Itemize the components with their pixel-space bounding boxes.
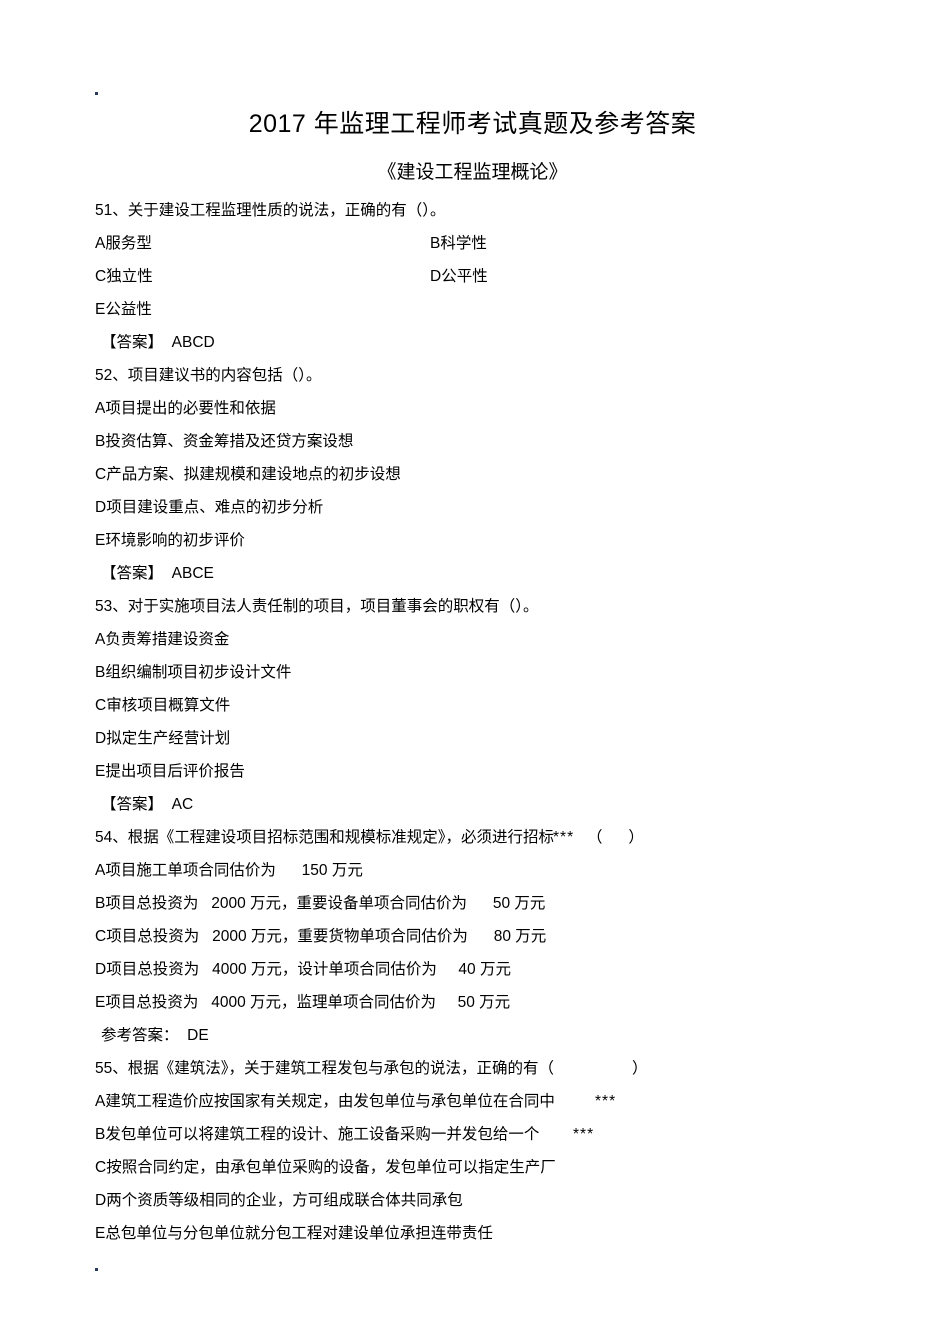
question-list: 51、关于建设工程监理性质的说法，正确的有（）。 A服务型 B科学性 C独立性 … (95, 203, 895, 1259)
question-block-55: 55、根据《建筑法》，关于建筑工程发包与承包的说法，正确的有（ ） A建筑工程造价… (95, 1061, 895, 1259)
answer-value: DE (187, 1027, 209, 1044)
option-text: A建筑工程造价应按国家有关规定，由发包单位与承包单位在合同中 (95, 1093, 555, 1110)
question-block-52: 52、项目建议书的内容包括（）。 A项目提出的必要性和依据 B投资估算、资金筹措… (95, 368, 895, 599)
answer-label: 参考答案： (101, 1027, 179, 1044)
option-item: A建筑工程造价应按国家有关规定，由发包单位与承包单位在合同中 *** (95, 1094, 895, 1127)
option-item: A负责筹措建设资金 (95, 631, 230, 648)
option-item: A项目提出的必要性和依据 (95, 400, 276, 417)
answer-value: ABCE (171, 565, 214, 582)
question-stem: 54、根据《工程建设项目招标范围和规模标准规定》，必须进行招标 *** （ ） (95, 830, 895, 863)
answer-blank-parens: ） (632, 1060, 648, 1077)
question-block-51: 51、关于建设工程监理性质的说法，正确的有（）。 A服务型 B科学性 C独立性 … (95, 203, 895, 368)
option-item: D两个资质等级相同的企业，方可组成联合体共同承包 (95, 1192, 463, 1209)
option-item: B项目总投资为 2000 万元，重要设备单项合同估价为 50 万元 (95, 895, 546, 912)
question-stem: 55、根据《建筑法》，关于建筑工程发包与承包的说法，正确的有（ ） (95, 1061, 895, 1094)
option-item: D公平性 (430, 268, 488, 285)
question-stem-text: 54、根据《工程建设项目招标范围和规模标准规定》，必须进行招标 (95, 829, 554, 846)
redaction-asterisks: *** (573, 1126, 595, 1143)
option-item: E环境影响的初步评价 (95, 532, 245, 549)
question-stem-text: 55、根据《建筑法》，关于建筑工程发包与承包的说法，正确的有（ (95, 1060, 554, 1077)
option-item: C按照合同约定，由承包单位采购的设备，发包单位可以指定生产厂 (95, 1159, 556, 1176)
question-block-54: 54、根据《工程建设项目招标范围和规模标准规定》，必须进行招标 *** （ ） A项… (95, 830, 895, 1061)
option-item: A项目施工单项合同估价为 150 万元 (95, 862, 363, 879)
redaction-asterisks: *** (595, 1093, 617, 1110)
answer-line: 【答案】 ABCE (95, 566, 895, 599)
option-item: E总包单位与分包单位就分包工程对建设单位承担连带责任 (95, 1225, 493, 1242)
answer-label: 【答案】 (101, 334, 164, 351)
answer-value: AC (171, 796, 194, 813)
answer-line: 【答案】 AC (95, 797, 895, 830)
option-row: C独立性 D公平性 (95, 269, 895, 302)
option-item: E公益性 (95, 301, 152, 318)
option-item: C审核项目概算文件 (95, 697, 231, 714)
option-item: E提出项目后评价报告 (95, 763, 245, 780)
answer-label: 【答案】 (101, 796, 164, 813)
option-item: D拟定生产经营计划 (95, 730, 231, 747)
answer-line: 【答案】 ABCD (95, 335, 895, 368)
option-item: C项目总投资为 2000 万元，重要货物单项合同估价为 80 万元 (95, 928, 547, 945)
question-stem: 53、对于实施项目法人责任制的项目，项目董事会的职权有（）。 (95, 598, 539, 615)
option-item: D项目总投资为 4000 万元，设计单项合同估价为 40 万元 (95, 961, 511, 978)
option-item: C独立性 (95, 268, 153, 285)
page-title: 2017 年监理工程师考试真题及参考答案 (248, 110, 697, 138)
answer-value: ABCD (171, 334, 215, 351)
answer-line: 参考答案： DE (95, 1028, 895, 1061)
option-item: B科学性 (430, 235, 487, 252)
option-text: B发包单位可以将建筑工程的设计、施工设备采购一并发包给一个 (95, 1126, 540, 1143)
option-row: E公益性 (95, 302, 895, 335)
top-margin-dot (95, 92, 98, 95)
option-row: A服务型 B科学性 (95, 236, 895, 269)
option-item: B投资估算、资金筹措及还贷方案设想 (95, 433, 354, 450)
answer-blank-parens: （ ） (587, 829, 644, 846)
question-block-53: 53、对于实施项目法人责任制的项目，项目董事会的职权有（）。 A负责筹措建设资金… (95, 599, 895, 830)
question-stem: 51、关于建设工程监理性质的说法，正确的有（）。 (95, 202, 446, 219)
option-item: C产品方案、拟建规模和建设地点的初步设想 (95, 466, 401, 483)
document-page: 2017 年监理工程师考试真题及参考答案 《建设工程监理概论》 51、关于建设工… (0, 0, 945, 1338)
question-stem: 52、项目建议书的内容包括（）。 (95, 367, 322, 384)
page-subtitle: 《建设工程监理概论》 (377, 162, 568, 183)
redaction-asterisks: *** (553, 829, 575, 846)
answer-label: 【答案】 (101, 565, 164, 582)
option-item: E项目总投资为 4000 万元，监理单项合同估价为 50 万元 (95, 994, 511, 1011)
option-item: B组织编制项目初步设计文件 (95, 664, 292, 681)
option-item: B发包单位可以将建筑工程的设计、施工设备采购一并发包给一个 *** (95, 1127, 895, 1160)
option-item: D项目建设重点、难点的初步分析 (95, 499, 324, 516)
bottom-margin-dot (95, 1268, 98, 1271)
option-item: A服务型 (95, 235, 152, 252)
